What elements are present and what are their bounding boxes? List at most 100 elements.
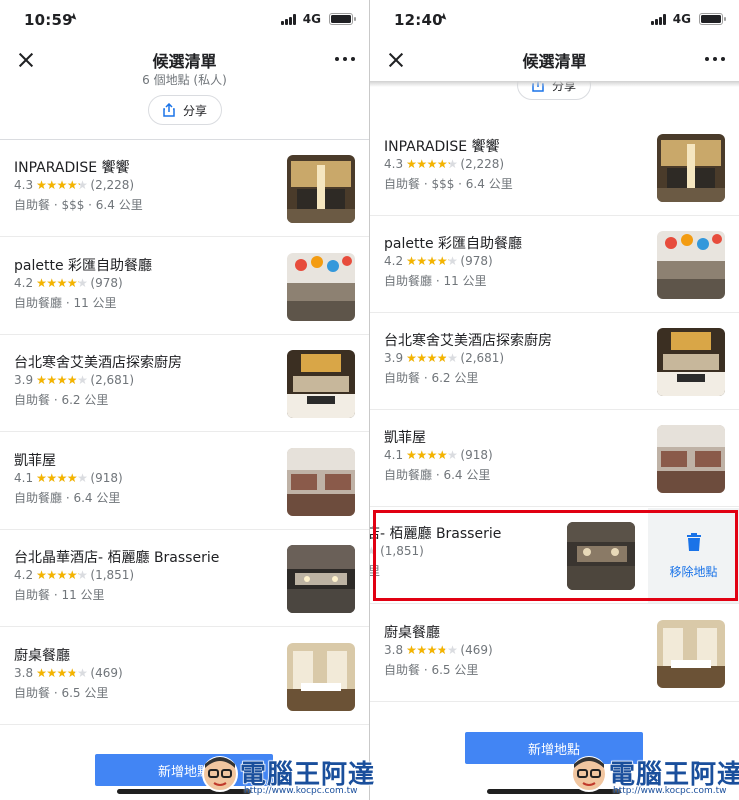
- header-shadow: [370, 81, 739, 87]
- highlight-frame: [373, 510, 738, 601]
- network-type: 4G: [302, 12, 321, 26]
- review-count: (2,228): [460, 157, 505, 171]
- review-count: (978): [460, 254, 493, 268]
- status-time: 12:40: [394, 11, 443, 29]
- rating-value: 4.2: [14, 568, 34, 582]
- list-item[interactable]: 廚桌餐廳3.8★★★★★★★★★★(469)自助餐 · 6.5 公里: [0, 627, 369, 725]
- left-screen: 10:59 ➤ 4G 候選清單 6 個地點 (私人) 分享 INPARADISE…: [0, 0, 369, 800]
- list-item[interactable]: 凱菲屋4.1★★★★★★★★★★(918)自助餐廳 · 6.4 公里: [0, 432, 369, 530]
- place-rating: 4.3★★★★★★★★★★(2,228): [384, 157, 504, 171]
- list-subtitle: 6 個地點 (私人): [142, 73, 227, 87]
- list-item[interactable]: 凱菲屋 4.1★★★★★★★★★★(918) 自助餐廳 · 6.4 公里: [370, 410, 739, 507]
- rating-value: 3.8: [384, 643, 404, 657]
- share-label: 分享: [182, 103, 207, 118]
- review-count: (469): [90, 665, 123, 680]
- rating-value: 3.8: [14, 665, 34, 680]
- place-rating: 4.3★★★★★★★★★★(2,228): [14, 178, 134, 192]
- place-rating: 4.2★★★★★★★★★★(978): [14, 276, 123, 290]
- place-name: 台北晶華酒店- 栢麗廳 Brasserie: [14, 550, 220, 566]
- place-photo: [657, 328, 725, 396]
- place-name: palette 彩匯自助餐廳: [14, 257, 153, 274]
- place-photo: [287, 642, 355, 711]
- place-meta: 自助餐廳 · 6.4 公里: [14, 490, 121, 505]
- status-bar: 12:40 ➤ 4G: [370, 0, 739, 40]
- rating-stars: ★★★★★★★★★★: [36, 178, 88, 192]
- share-button[interactable]: 分享: [148, 95, 222, 125]
- list-title: 候選清單: [152, 52, 217, 71]
- battery-icon: [329, 13, 356, 25]
- place-meta: 自助餐廳 · 11 公里: [14, 295, 117, 310]
- rating-stars: ★★★★★★★★★★: [406, 254, 458, 268]
- place-photo: [657, 620, 725, 688]
- rating-stars: ★★★★★★★★★★: [36, 568, 88, 582]
- rating-stars: ★★★★★★★★★★: [36, 373, 88, 387]
- place-meta: 自助餐廳 · 6.4 公里: [384, 468, 491, 482]
- place-photo: [287, 447, 355, 516]
- place-photo: [657, 425, 725, 493]
- place-name: palette 彩匯自助餐廳: [384, 236, 523, 252]
- list-item[interactable]: INPARADISE 饗饗 4.3★★★★★★★★★★(2,228) 自助餐 · $…: [0, 140, 369, 237]
- place-meta: 自助餐廳 · 11 公里: [384, 274, 487, 288]
- status-bar: 10:59 ➤ 4G: [0, 0, 369, 40]
- place-name: INPARADISE 饗饗: [14, 160, 130, 176]
- signal-icon: [651, 14, 667, 25]
- review-count: (978): [90, 275, 123, 290]
- place-meta: 自助餐 · 11 公里: [14, 588, 105, 602]
- status-time: 10:59: [24, 11, 73, 29]
- signal-icon: [281, 14, 297, 25]
- list-item[interactable]: 台北寒舍艾美酒店探索廚房 3.9★★★★★★★★★★(2,681) 自助餐 · 6.…: [0, 335, 369, 432]
- list-item[interactable]: palette 彩匯自助餐廳 4.2★★★★★★★★★★(978) 自助餐廳 · 1…: [0, 237, 369, 335]
- list-item[interactable]: palette 彩匯自助餐廳 4.2★★★★★★★★★★(978) 自助餐廳 · 1…: [370, 216, 739, 313]
- rating-stars: ★★★★★★★★★★: [406, 643, 458, 657]
- place-photo: [657, 231, 725, 299]
- place-name: INPARADISE 饗饗: [384, 139, 500, 155]
- place-photo: [287, 155, 355, 223]
- place-meta: 自助餐 · $$$ · 6.4 公里: [384, 177, 513, 191]
- list-item[interactable]: 廚桌餐廳 3.8 ★★★★★★★★★★ (469) 自助餐 · 6.5 公里: [370, 605, 739, 702]
- place-name: 凱菲屋: [14, 452, 56, 469]
- place-rating: 3.9★★★★★★★★★★(2,681): [14, 373, 134, 387]
- review-count: (2,681): [90, 373, 135, 387]
- place-rating: 4.2★★★★★★★★★★(1,851): [14, 568, 134, 582]
- review-count: (2,681): [460, 351, 505, 365]
- review-count: (2,228): [90, 178, 135, 192]
- list-item[interactable]: 台北晶華酒店- 栢麗廳 Brasserie 4.2★★★★★★★★★★(1,851…: [0, 530, 369, 627]
- review-count: (918): [460, 448, 493, 462]
- place-name: 凱菲屋: [384, 430, 426, 446]
- watermark-url: http://www.kocpc.com.tw: [244, 786, 358, 796]
- rating-value: 3.9: [14, 373, 34, 387]
- place-name: 廚桌餐廳: [384, 625, 440, 641]
- list-item[interactable]: 台北寒舍艾美酒店探索廚房 3.9★★★★★★★★★★(2,681) 自助餐 · 6.…: [370, 313, 739, 410]
- rating-stars: ★★★★★★★★★★: [406, 448, 458, 462]
- watermark: 電腦王阿達 http://www.kocpc.com.tw: [569, 752, 739, 798]
- place-photo: [287, 545, 355, 613]
- place-rating: 4.1★★★★★★★★★★(918): [384, 448, 493, 462]
- place-photo: [287, 350, 355, 418]
- more-icon[interactable]: [705, 52, 725, 66]
- rating-value: 4.3: [14, 178, 34, 192]
- watermark-logo-icon: [202, 756, 238, 792]
- rating-stars: ★★★★★★★★★★: [36, 275, 88, 290]
- rating-value: 4.1: [384, 448, 404, 462]
- rating-value: 4.2: [384, 254, 404, 268]
- place-meta: 自助餐 · 6.2 公里: [384, 371, 479, 385]
- list-item[interactable]: INPARADISE 饗饗 4.3★★★★★★★★★★(2,228) 自助餐 · $…: [370, 119, 739, 216]
- battery-icon: [699, 13, 726, 25]
- review-count: (1,851): [90, 568, 135, 582]
- place-rating: 3.8 ★★★★★★★★★★ (469): [384, 643, 493, 657]
- place-name: 廚桌餐廳: [14, 647, 70, 664]
- review-count: (918): [90, 470, 123, 485]
- rating-stars: ★★★★★★★★★★: [36, 470, 88, 485]
- more-icon[interactable]: [335, 52, 355, 66]
- watermark-logo-icon: [571, 756, 607, 792]
- list-title: 候選清單: [522, 52, 587, 71]
- rating-value: 4.3: [384, 157, 404, 171]
- watermark: 電腦王阿達 http://www.kocpc.com.tw: [200, 752, 375, 798]
- place-photo: [657, 134, 725, 202]
- watermark-url: http://www.kocpc.com.tw: [613, 786, 727, 796]
- network-type: 4G: [672, 12, 691, 26]
- place-photo: [287, 252, 355, 321]
- right-screen: 12:40 ➤ 4G 候選清單 分享 候選清單 INPARADISE 饗饗4.3…: [370, 0, 739, 800]
- place-rating: 3.8★★★★★★★★★★(469): [14, 666, 123, 680]
- place-meta: 自助餐 · $$$ · 6.4 公里: [14, 198, 143, 212]
